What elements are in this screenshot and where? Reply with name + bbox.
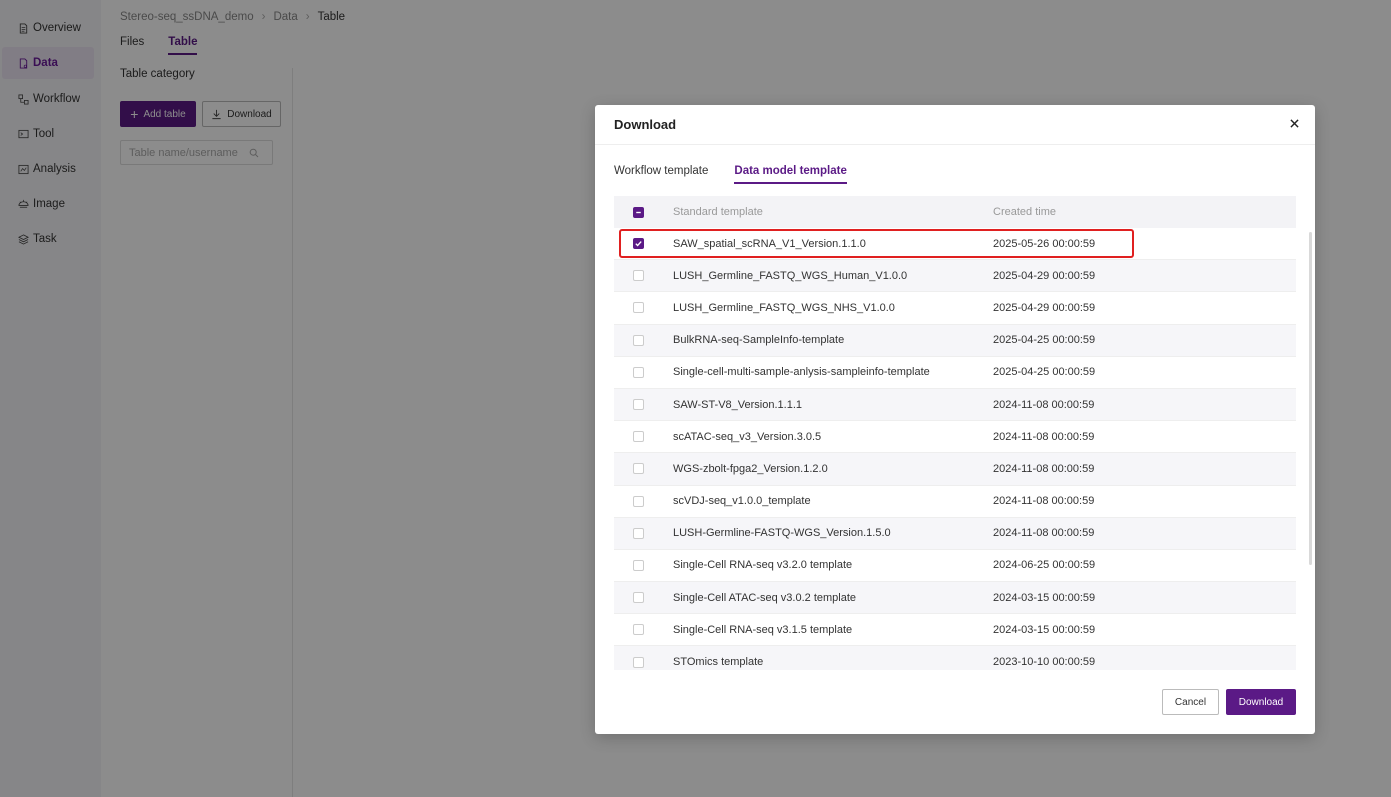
template-name: Single-Cell ATAC-seq v3.0.2 template	[673, 591, 857, 604]
row-check-cell	[614, 624, 673, 636]
select-all-checkbox[interactable]	[633, 206, 644, 218]
confirm-download-button[interactable]: Download	[1226, 689, 1296, 715]
table-row[interactable]: Single-cell-multi-sample-anlysis-samplei…	[614, 357, 1296, 389]
table-row[interactable]: STOmics template 2023-10-10 00:00:59	[614, 646, 1296, 670]
template-name: scATAC-seq_v3_Version.3.0.5	[673, 430, 822, 443]
row-check-cell	[614, 270, 673, 282]
template-name: LUSH-Germline-FASTQ-WGS_Version.1.5.0	[673, 527, 891, 540]
table-header: Standard template Created time	[614, 196, 1296, 228]
created-time: 2025-04-29 00:00:59	[993, 301, 1096, 314]
template-name: SAW-ST-V8_Version.1.1.1	[673, 398, 803, 411]
created-time: 2023-10-10 00:00:59	[993, 656, 1096, 669]
row-check-cell	[614, 238, 673, 250]
row-check-cell	[614, 334, 673, 346]
template-name: BulkRNA-seq-SampleInfo-template	[673, 334, 845, 347]
row-checkbox[interactable]	[633, 656, 644, 668]
checkmark-icon	[635, 241, 642, 247]
row-check-cell	[614, 463, 673, 475]
tab-data-model-template[interactable]: Data model template	[734, 165, 847, 184]
row-checkbox[interactable]	[633, 431, 644, 443]
table-row[interactable]: WGS-zbolt-fpga2_Version.1.2.0 2024-11-08 …	[614, 453, 1296, 486]
row-check-cell	[614, 399, 673, 411]
table-row[interactable]: LUSH_Germline_FASTQ_WGS_NHS_V1.0.0 2025-0…	[614, 292, 1296, 325]
minus-icon	[636, 211, 641, 213]
created-time: 2024-11-08 00:00:59	[993, 398, 1095, 411]
table-row[interactable]: scVDJ-seq_v1.0.0_template 2024-11-08 00:0…	[614, 486, 1296, 518]
row-check-cell	[614, 431, 673, 443]
table-row[interactable]: Single-Cell RNA-seq v3.2.0 template 2024-…	[614, 550, 1296, 583]
template-name: Single-Cell RNA-seq v3.1.5 template	[673, 623, 853, 636]
template-name: Single-Cell RNA-seq v3.2.0 template	[673, 559, 853, 572]
row-check-cell	[614, 495, 673, 507]
table-row[interactable]: SAW_spatial_scRNA_V1_Version.1.1.0 2025-0…	[614, 228, 1296, 261]
row-check-cell	[614, 656, 673, 668]
created-time: 2025-04-29 00:00:59	[993, 269, 1096, 282]
table-row[interactable]: SAW-ST-V8_Version.1.1.1 2024-11-08 00:00:…	[614, 388, 1296, 422]
row-checkbox[interactable]	[633, 527, 644, 539]
row-checkbox[interactable]	[633, 399, 644, 411]
modal-tabs: Workflow template Data model template	[614, 165, 873, 184]
template-name: SAW_spatial_scRNA_V1_Version.1.1.0	[673, 237, 866, 250]
modal-header: Download	[595, 105, 1315, 145]
cancel-button[interactable]: Cancel	[1162, 689, 1219, 715]
template-name: STOmics template	[673, 656, 764, 669]
modal-title: Download	[614, 117, 677, 132]
template-name: WGS-zbolt-fpga2_Version.1.2.0	[673, 462, 828, 475]
template-name: scVDJ-seq_v1.0.0_template	[673, 495, 811, 508]
table-row[interactable]: scATAC-seq_v3_Version.3.0.5 2024-11-08 00…	[614, 421, 1296, 454]
row-checkbox[interactable]	[633, 559, 644, 571]
created-time: 2024-11-08 00:00:59	[993, 527, 1095, 540]
row-checkbox[interactable]	[633, 366, 644, 378]
row-checkbox[interactable]	[633, 302, 644, 314]
created-time: 2024-03-15 00:00:59	[993, 591, 1096, 604]
close-button[interactable]	[1287, 116, 1301, 130]
row-check-cell	[614, 366, 673, 378]
row-check-cell	[614, 302, 673, 314]
row-checkbox[interactable]	[633, 238, 644, 250]
row-checkbox[interactable]	[633, 592, 644, 604]
row-check-cell	[614, 592, 673, 604]
created-time: 2025-04-25 00:00:59	[993, 334, 1096, 347]
created-time: 2024-11-08 00:00:59	[993, 462, 1095, 475]
template-name: LUSH_Germline_FASTQ_WGS_NHS_V1.0.0	[673, 301, 895, 314]
row-checkbox[interactable]	[633, 334, 644, 346]
template-name: Single-cell-multi-sample-anlysis-samplei…	[673, 366, 930, 379]
download-modal: Download Workflow template Data model te…	[595, 105, 1315, 734]
row-checkbox[interactable]	[633, 463, 644, 475]
table-row[interactable]: LUSH_Germline_FASTQ_WGS_Human_V1.0.0 2025…	[614, 260, 1296, 293]
created-time: 2025-05-26 00:00:59	[993, 237, 1096, 250]
table-row[interactable]: BulkRNA-seq-SampleInfo-template 2025-04-2…	[614, 324, 1296, 357]
table-row[interactable]: Single-Cell ATAC-seq v3.0.2 template 2024…	[614, 582, 1296, 615]
row-checkbox[interactable]	[633, 495, 644, 507]
table-row[interactable]: Single-Cell RNA-seq v3.1.5 template 2024-…	[614, 614, 1296, 647]
table-body: SAW_spatial_scRNA_V1_Version.1.1.0 2025-0…	[614, 228, 1296, 670]
close-icon	[1289, 118, 1299, 128]
header-check-cell	[614, 206, 673, 218]
created-time: 2024-06-25 00:00:59	[993, 559, 1096, 572]
row-check-cell	[614, 559, 673, 571]
row-check-cell	[614, 527, 673, 539]
created-time: 2024-11-08 00:00:59	[993, 495, 1095, 508]
column-header-time: Created time	[993, 206, 1056, 218]
row-checkbox[interactable]	[633, 270, 644, 282]
table-row[interactable]: LUSH-Germline-FASTQ-WGS_Version.1.5.0 202…	[614, 517, 1296, 550]
table-scrollbar[interactable]	[1309, 232, 1312, 565]
created-time: 2024-03-15 00:00:59	[993, 623, 1096, 636]
created-time: 2025-04-25 00:00:59	[993, 366, 1096, 379]
template-table: Standard template Created time SAW_spati…	[614, 196, 1296, 670]
column-header-name: Standard template	[673, 206, 763, 218]
row-checkbox[interactable]	[633, 624, 644, 636]
created-time: 2024-11-08 00:00:59	[993, 430, 1095, 443]
tab-workflow-template[interactable]: Workflow template	[614, 165, 708, 184]
template-name: LUSH_Germline_FASTQ_WGS_Human_V1.0.0	[673, 269, 908, 282]
